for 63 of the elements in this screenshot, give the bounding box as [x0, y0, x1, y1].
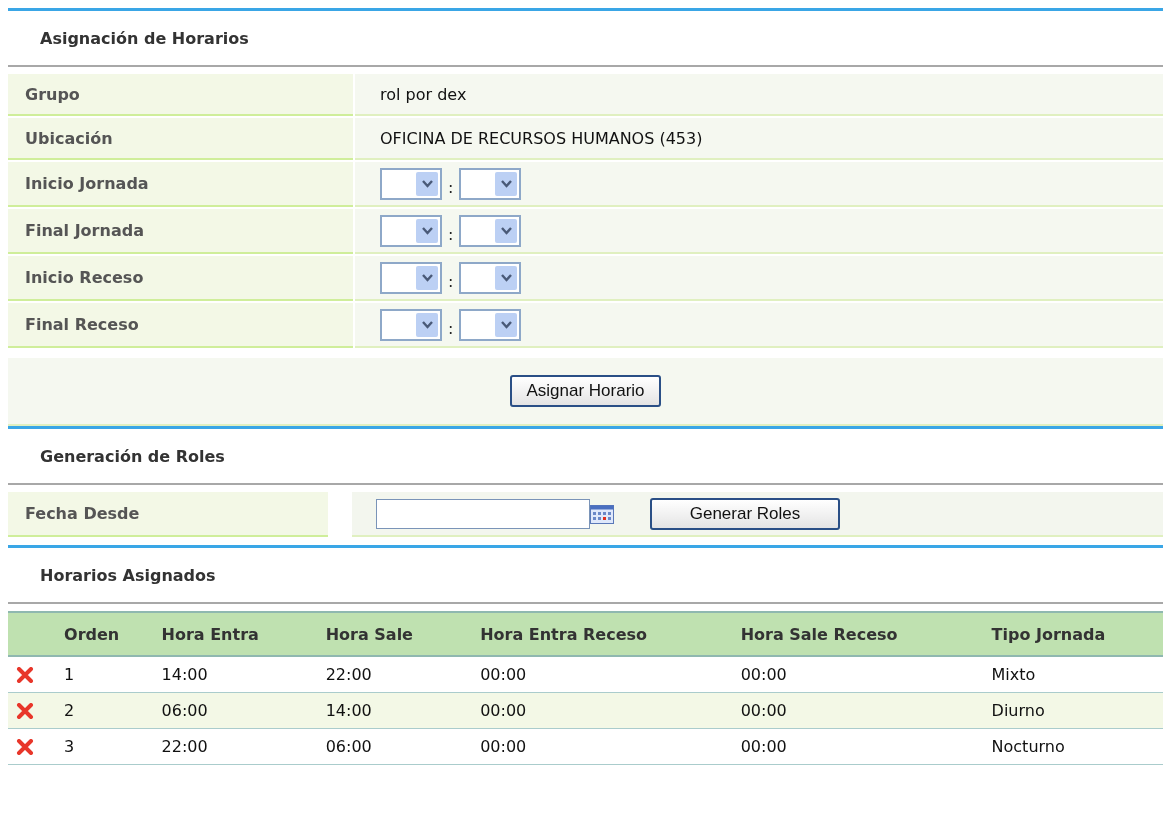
- section-title: Horarios Asignados: [40, 565, 216, 585]
- chevron-down-icon: [495, 265, 518, 290]
- hour-dropdown[interactable]: [380, 214, 442, 247]
- table-cell: 00:00: [732, 728, 984, 765]
- chevron-down-icon: [416, 171, 438, 196]
- time-separator: :: [448, 319, 454, 338]
- table-cell: 00:00: [732, 692, 984, 729]
- table-cell: 00:00: [472, 728, 733, 765]
- time-separator: :: [448, 272, 454, 291]
- field-label: Grupo: [8, 74, 353, 116]
- field-label: Final Jornada: [8, 209, 353, 254]
- chevron-down-icon: [495, 218, 518, 243]
- table-cell: Mixto: [983, 656, 1163, 693]
- table-cell: 22:00: [153, 728, 318, 765]
- chevron-down-icon: [495, 312, 518, 337]
- hour-dropdown[interactable]: [380, 167, 442, 200]
- table-cell: 14:00: [153, 656, 318, 693]
- field-label: Fecha Desde: [8, 492, 328, 537]
- minute-dropdown[interactable]: [459, 167, 522, 200]
- section-title: Generación de Roles: [40, 446, 225, 466]
- column-header: Hora Entra: [153, 612, 318, 656]
- table-cell: 06:00: [317, 728, 473, 765]
- table-cell: 14:00: [317, 692, 473, 729]
- column-header: Tipo Jornada: [983, 612, 1163, 656]
- field-label: Final Receso: [8, 303, 353, 348]
- minute-dropdown[interactable]: [459, 214, 522, 247]
- field-label: Ubicación: [8, 118, 353, 160]
- column-header: Hora Entra Receso: [472, 612, 733, 656]
- chevron-down-icon: [495, 171, 518, 196]
- delete-icon[interactable]: [16, 738, 34, 755]
- field-value: rol por dex: [380, 84, 467, 104]
- column-header: Orden: [56, 612, 154, 656]
- minute-dropdown[interactable]: [459, 261, 522, 294]
- time-separator: :: [448, 178, 454, 197]
- chevron-down-icon: [416, 218, 438, 243]
- table-cell: 00:00: [732, 656, 984, 693]
- minute-dropdown[interactable]: [459, 308, 522, 341]
- hour-dropdown[interactable]: [380, 261, 442, 294]
- delete-icon[interactable]: [16, 702, 34, 719]
- field-label: Inicio Receso: [8, 256, 353, 301]
- date-input-field[interactable]: [376, 498, 590, 529]
- table-cell: 06:00: [153, 692, 318, 729]
- assign-schedule-button[interactable]: Asignar Horario: [510, 375, 661, 407]
- table-cell: 3: [56, 728, 154, 765]
- hour-dropdown[interactable]: [380, 308, 442, 341]
- table-cell: 1: [56, 656, 154, 693]
- table-cell: 00:00: [472, 656, 733, 693]
- table-cell: 2: [56, 692, 154, 729]
- table-cell: 22:00: [317, 656, 473, 693]
- generate-roles-button[interactable]: Generar Roles: [650, 497, 840, 530]
- time-separator: :: [448, 225, 454, 244]
- table-cell: 00:00: [472, 692, 733, 729]
- field-value: OFICINA DE RECURSOS HUMANOS (453): [380, 128, 703, 148]
- column-header: Hora Sale Receso: [732, 612, 984, 656]
- table-cell: Nocturno: [983, 728, 1163, 765]
- chevron-down-icon: [416, 312, 438, 337]
- chevron-down-icon: [416, 265, 438, 290]
- section-title: Asignación de Horarios: [40, 28, 249, 48]
- delete-icon[interactable]: [16, 666, 34, 683]
- field-label: Inicio Jornada: [8, 162, 353, 207]
- column-header: Hora Sale: [317, 612, 473, 656]
- table-cell: Diurno: [983, 692, 1163, 729]
- calendar-icon[interactable]: [590, 503, 614, 524]
